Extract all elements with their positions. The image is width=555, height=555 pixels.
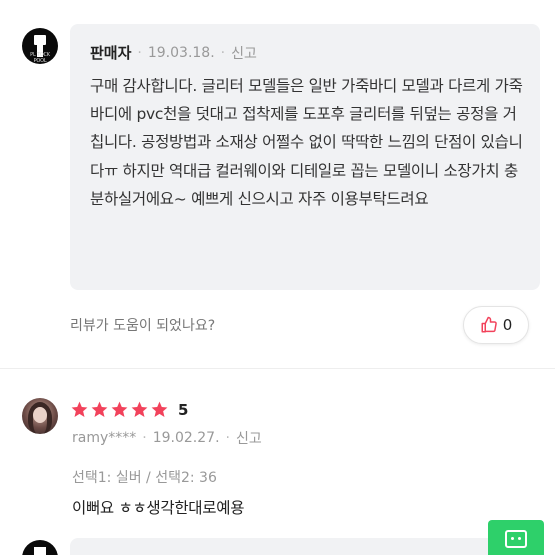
separator-dot: · <box>142 430 147 446</box>
reviewer-meta: ramy**** · 19.02.27. · 신고 <box>72 428 262 448</box>
star-icon <box>151 401 168 418</box>
star-icon <box>71 401 88 418</box>
star-icon <box>131 401 148 418</box>
talk-floating-button[interactable] <box>488 520 544 555</box>
seller-avatar <box>22 540 58 555</box>
seller-name: 판매자 <box>90 44 132 62</box>
seller-reply-header: 판매자 · 19.03.18. · 신고 <box>90 42 257 63</box>
separator-dot: · <box>137 44 142 61</box>
review-text: 이뻐요 ㅎㅎ생각한대로예용 <box>72 499 245 517</box>
seller-reply-date: 19.03.18. <box>147 44 215 61</box>
star-icon <box>91 401 108 418</box>
purchased-option: 선택1: 실버 / 선택2: 36 <box>72 470 217 486</box>
separator-dot: · <box>220 44 226 61</box>
rating-value: 5 <box>178 400 189 419</box>
seller-reply-bubble <box>70 538 540 555</box>
seller-reply-text: 구매 감사합니다. 글리터 모델들은 일반 가죽바디 모델과 다르게 가죽바디에… <box>90 77 523 208</box>
chat-icon <box>505 530 527 548</box>
helpful-question: 리뷰가 도움이 되었나요? <box>70 318 216 334</box>
seller-avatar-caption: PL TOCK POOL <box>30 52 50 64</box>
star-icon <box>111 401 128 418</box>
review-divider <box>0 368 555 369</box>
reviewer-username: ramy**** <box>72 430 137 446</box>
seller-avatar: PL TOCK POOL <box>22 28 58 64</box>
rating-stars: 5 <box>70 400 188 419</box>
like-count: 0 <box>502 316 513 334</box>
helpful-like-button[interactable]: 0 <box>463 306 529 344</box>
review-report-link[interactable]: 신고 <box>236 428 262 448</box>
seller-report-link[interactable]: 신고 <box>231 43 257 63</box>
reviewer-avatar <box>22 398 58 434</box>
review-date: 19.02.27. <box>152 430 220 446</box>
thumbs-up-icon <box>481 316 497 333</box>
separator-dot: · <box>225 430 230 446</box>
seller-reply-bubble: 판매자 · 19.03.18. · 신고 구매 감사합니다. 글리터 모델들은 … <box>70 24 540 290</box>
